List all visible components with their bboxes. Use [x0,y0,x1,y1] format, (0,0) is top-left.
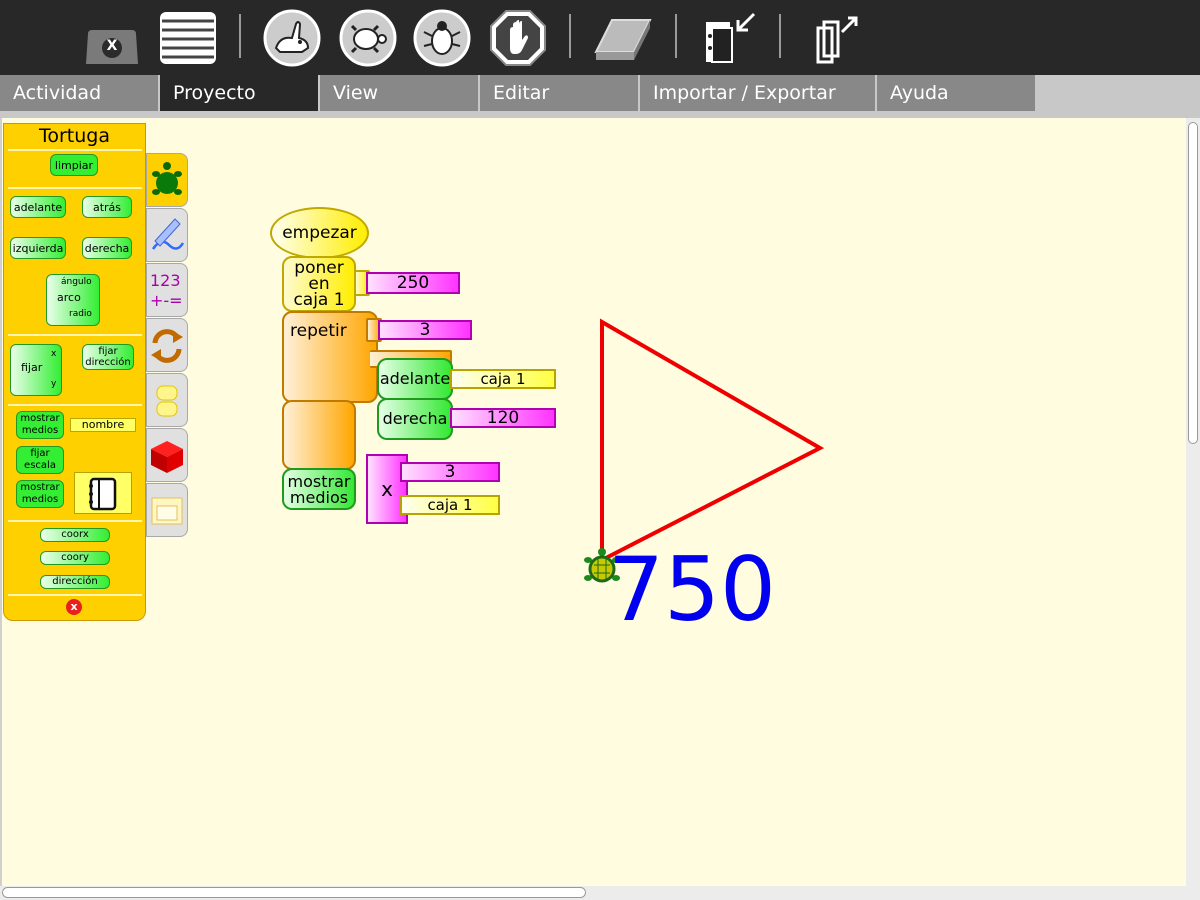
horizontal-scroll-thumb[interactable] [2,887,586,898]
block-right-program[interactable]: derecha [377,398,453,440]
palette-divider [8,520,142,522]
palette-divider [8,404,142,406]
block-show[interactable]: mostrar medios [282,468,356,510]
palette-divider [8,594,142,596]
block-palette: Tortuga limpiar adelante atrás izquierda… [3,123,146,621]
palette-divider [8,149,142,151]
block-set-scale[interactable]: fijar escala [16,446,64,474]
palette-title: Tortuga [38,125,110,147]
pen-trace [600,318,825,562]
block-store-in-box[interactable]: poner en caja 1 [282,256,356,312]
close-palette-badge: x [70,600,78,613]
setxy-x-label: x [51,349,57,359]
setxy-label: fijar [21,361,43,374]
arc-angle-label: ángulo [61,277,92,287]
block-setxy[interactable]: fijar x y [10,344,62,396]
block-start[interactable]: empezar [270,207,369,259]
block-show-media[interactable]: mostrar medios [16,411,64,439]
category-turtle[interactable] [146,153,188,207]
block-forward[interactable]: adelante [10,196,66,218]
show-label-2: medios [289,488,349,507]
block-ycor[interactable]: coory [40,551,110,565]
svg-text:+-=: +-= [150,291,183,310]
category-media[interactable] [146,483,188,537]
block-right[interactable]: derecha [82,237,132,259]
multiply-arg-b[interactable]: caja 1 [400,495,500,515]
journal-slot[interactable] [74,472,132,514]
name-slot[interactable]: nombre [70,418,136,432]
block-clean[interactable]: limpiar [50,154,98,176]
category-pen[interactable] [146,208,188,262]
block-arc[interactable]: ángulo arco radio [46,274,100,326]
palette-divider [8,334,142,336]
arc-label: arco [57,291,81,304]
right-arg-slot[interactable]: 120 [450,408,556,428]
media-category-icon [151,497,183,525]
repeat-label: repetir [290,321,347,341]
store-value-slot[interactable]: 250 [366,272,460,294]
multiply-arg-a[interactable]: 3 [400,462,500,482]
svg-text:123: 123 [150,271,181,290]
setxy-y-label: y [51,379,57,389]
category-flow[interactable] [146,318,188,372]
block-left[interactable]: izquierda [10,237,66,259]
forward-arg-slot[interactable]: caja 1 [450,369,556,389]
store-label-3: caja 1 [293,290,345,310]
journal-icon [89,477,117,511]
sensors-category-icon [151,441,183,473]
displayed-number: 750 [608,538,776,641]
block-heading[interactable]: dirección [40,575,110,589]
repeat-bottom [282,400,356,470]
block-show-media-2[interactable]: mostrar medios [16,480,64,508]
block-back[interactable]: atrás [82,196,132,218]
arc-radius-label: radio [69,309,92,319]
category-numbers[interactable]: 123 +-= [146,263,188,317]
close-palette-icon[interactable]: x [66,599,82,615]
block-repeat[interactable]: repetir [282,311,378,403]
numbers-category-icon: 123 +-= [150,271,183,310]
palette-divider [8,187,142,189]
repeat-count-slot[interactable]: 3 [378,320,472,340]
flow-category-icon [151,329,183,363]
block-xcor[interactable]: coorx [40,528,110,542]
block-forward-program[interactable]: adelante [377,358,453,400]
category-blocks[interactable] [146,373,188,427]
vertical-scroll-thumb[interactable] [1188,122,1198,444]
pen-category-icon [151,218,185,250]
category-sensors[interactable] [146,428,188,482]
turtle-category-icon [152,162,182,195]
blocks-category-icon [156,385,178,417]
block-set-heading[interactable]: fijar dirección [82,344,134,370]
